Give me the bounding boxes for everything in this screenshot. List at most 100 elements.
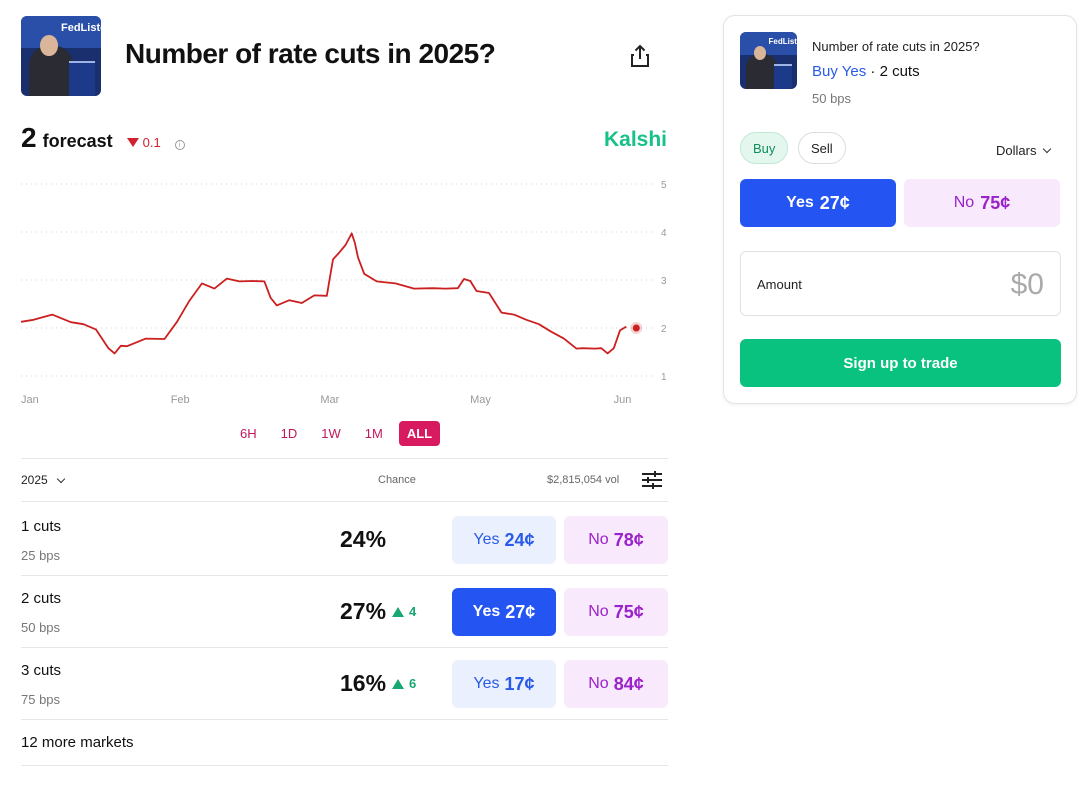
y-tick-label: 3 xyxy=(661,276,667,287)
y-tick-label: 4 xyxy=(661,228,667,239)
brand-logo[interactable]: Kalshi xyxy=(604,128,667,152)
amount-input[interactable]: Amount $0 xyxy=(740,251,1061,316)
thumbnail-banner-text: FedListen xyxy=(61,22,101,35)
y-tick-label: 1 xyxy=(661,372,667,383)
no-button[interactable]: No 75¢ xyxy=(564,588,668,636)
thumbnail-face xyxy=(40,35,58,56)
panel-market-title: Number of rate cuts in 2025? xyxy=(812,39,980,54)
yes-price: 27¢ xyxy=(505,601,536,622)
panel-thumbnail: FedListen xyxy=(740,32,797,89)
no-button[interactable]: No 78¢ xyxy=(564,516,668,564)
yes-label: Yes xyxy=(473,531,500,548)
y-tick-label: 5 xyxy=(661,180,667,191)
price-chart[interactable]: 1 2 3 4 5 Jan Feb Mar May Jun xyxy=(0,170,690,415)
no-label: No xyxy=(588,675,609,692)
currency-dropdown[interactable]: Dollars xyxy=(996,143,1052,158)
chevron-down-icon xyxy=(56,474,65,483)
sign-up-button[interactable]: Sign up to trade xyxy=(740,339,1061,387)
yes-price: 27¢ xyxy=(819,192,850,213)
range-button-6h[interactable]: 6H xyxy=(232,421,265,446)
yes-label: Yes xyxy=(472,603,501,620)
year-dropdown-value: 2025 xyxy=(21,473,48,487)
yes-label: Yes xyxy=(786,194,814,211)
no-price: 84¢ xyxy=(613,673,644,694)
outcome-bps: 50 bps xyxy=(21,620,61,635)
x-tick-label: May xyxy=(470,394,491,406)
panel-no-button[interactable]: No 75¢ xyxy=(904,179,1060,227)
currency-dropdown-value: Dollars xyxy=(996,143,1037,158)
x-tick-label: Jun xyxy=(614,394,632,406)
forecast-summary: 2 forecast 0.1 i xyxy=(21,122,185,154)
outcome-chance-value: 16% xyxy=(340,670,387,696)
yes-button[interactable]: Yes 27¢ xyxy=(452,588,556,636)
no-price: 78¢ xyxy=(613,529,644,550)
x-tick-label: Jan xyxy=(21,394,39,406)
no-price: 75¢ xyxy=(613,601,644,622)
more-markets-link[interactable]: 12 more markets xyxy=(21,734,134,751)
forecast-delta-value: 0.1 xyxy=(142,135,161,150)
panel-selection: Buy Yes · 2 cuts xyxy=(812,63,920,80)
no-label: No xyxy=(953,194,975,211)
forecast-value: 2 xyxy=(21,122,37,153)
chance-column-header: Chance xyxy=(378,474,416,486)
divider xyxy=(21,458,668,459)
divider xyxy=(21,719,668,720)
divider xyxy=(21,647,668,648)
divider xyxy=(21,765,668,766)
chance-delta: 6 xyxy=(392,676,416,691)
panel-bps: 50 bps xyxy=(812,91,852,106)
forecast-delta: 0.1 xyxy=(126,135,161,150)
panel-buy-yes: Buy Yes xyxy=(812,63,867,80)
yes-button[interactable]: Yes 17¢ xyxy=(452,660,556,708)
year-dropdown[interactable]: 2025 xyxy=(21,473,65,487)
x-tick-label: Mar xyxy=(320,394,339,406)
chance-delta: 4 xyxy=(392,604,416,619)
divider xyxy=(21,501,668,502)
volume-label: $2,815,054 vol xyxy=(547,474,620,486)
thumbnail-podium xyxy=(69,60,95,96)
chance-delta-value: 4 xyxy=(409,604,417,619)
range-button-1d[interactable]: 1D xyxy=(273,421,306,446)
market-thumbnail: FedListen xyxy=(21,16,101,96)
outcome-chance: 16% 6 xyxy=(340,670,416,697)
x-tick-label: Feb xyxy=(171,394,190,406)
yes-price: 24¢ xyxy=(504,529,535,550)
current-point xyxy=(632,324,640,332)
outcome-title: 1 cuts xyxy=(21,518,62,535)
up-triangle-icon xyxy=(392,678,405,689)
yes-price: 17¢ xyxy=(504,673,535,694)
range-selector: 6H 1D 1W 1M ALL xyxy=(232,421,441,446)
range-button-1w[interactable]: 1W xyxy=(313,421,349,446)
outcome-title: 2 cuts xyxy=(21,590,62,607)
range-button-1m[interactable]: 1M xyxy=(357,421,391,446)
panel-yes-button[interactable]: Yes 27¢ xyxy=(740,179,896,227)
up-triangle-icon xyxy=(392,606,405,617)
buy-tab[interactable]: Buy xyxy=(740,132,789,164)
series-line xyxy=(20,232,627,355)
panel-separator: · xyxy=(866,63,880,80)
y-tick-label: 2 xyxy=(661,324,667,335)
sell-tab[interactable]: Sell xyxy=(798,132,846,164)
chance-delta-value: 6 xyxy=(409,676,417,691)
panel-outcome: 2 cuts xyxy=(879,63,920,80)
filter-settings-icon[interactable] xyxy=(641,470,663,490)
yes-label: Yes xyxy=(473,675,500,692)
chevron-down-icon xyxy=(1043,144,1052,154)
outcome-bps: 75 bps xyxy=(21,692,61,707)
no-label: No xyxy=(588,531,609,548)
no-button[interactable]: No 84¢ xyxy=(564,660,668,708)
outcome-title: 3 cuts xyxy=(21,662,62,679)
no-label: No xyxy=(588,603,609,620)
outcome-chance: 24% xyxy=(340,526,386,553)
outcome-bps: 25 bps xyxy=(21,548,61,563)
thumbnail-banner-text: FedListen xyxy=(768,36,798,46)
range-button-all[interactable]: ALL xyxy=(398,421,441,446)
trade-panel: FedListen Number of rate cuts in 2025? B… xyxy=(723,15,1077,404)
page-title: Number of rate cuts in 2025? xyxy=(125,38,496,69)
down-triangle-icon xyxy=(126,138,139,147)
info-icon[interactable]: i xyxy=(174,140,185,150)
outcome-chance-value: 27% xyxy=(340,598,387,624)
yes-button[interactable]: Yes 24¢ xyxy=(452,516,556,564)
amount-label: Amount xyxy=(757,277,802,292)
share-icon[interactable] xyxy=(630,44,650,68)
